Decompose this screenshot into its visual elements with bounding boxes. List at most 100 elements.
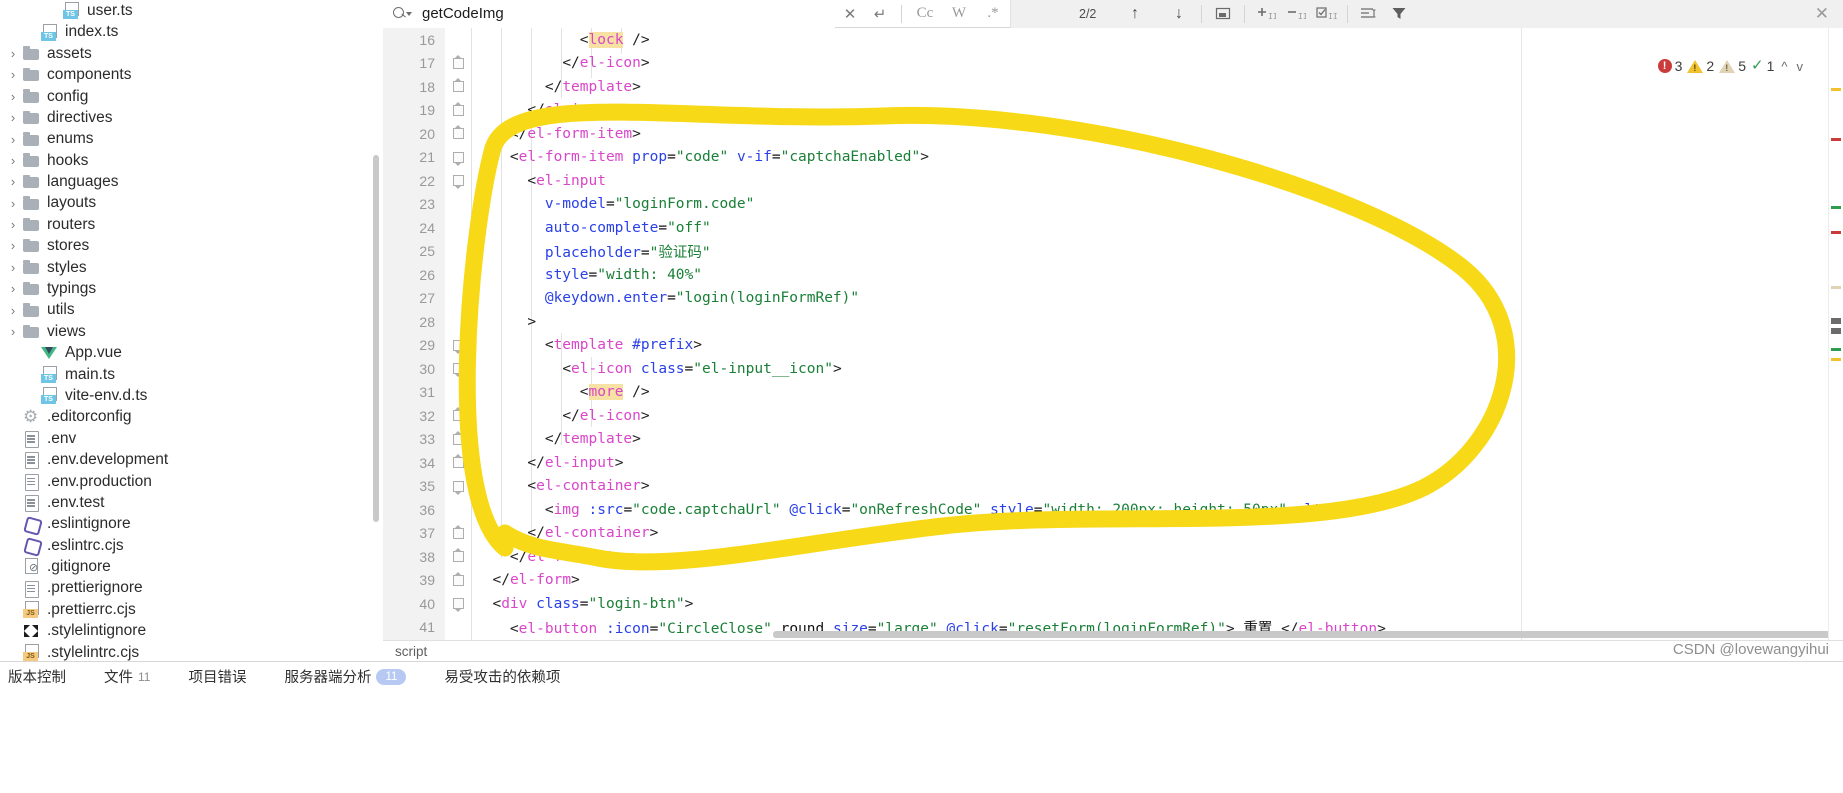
tree-item-hooks[interactable]: › hooks	[0, 150, 383, 171]
fold-down-icon[interactable]	[452, 175, 464, 190]
tree-item-index-ts[interactable]: index.ts	[0, 21, 383, 42]
chevron-right-icon[interactable]: ›	[4, 175, 22, 188]
fold-marker[interactable]	[445, 407, 471, 422]
tree-item-stylelintrc-cjs[interactable]: .stylelintrc.cjs	[0, 642, 383, 663]
fold-up-icon[interactable]	[452, 125, 464, 140]
code-line[interactable]: 20 </el-form-item>	[383, 122, 1843, 146]
marker-info[interactable]	[1831, 318, 1841, 324]
chevron-right-icon[interactable]: ›	[4, 47, 22, 60]
fold-marker[interactable]	[445, 430, 471, 445]
fold-up-icon[interactable]	[452, 407, 464, 422]
indent-icon[interactable]	[1354, 0, 1384, 28]
fold-up-icon[interactable]	[452, 548, 464, 563]
code-line[interactable]: 22 <el-input	[383, 169, 1843, 193]
code-line[interactable]: 19 </el-input>	[383, 99, 1843, 123]
tree-item-eslintrc-cjs[interactable]: .eslintrc.cjs	[0, 535, 383, 556]
code-line[interactable]: 33 </template>	[383, 428, 1843, 452]
error-count-item[interactable]: ! 3	[1657, 58, 1682, 74]
marker-ok[interactable]	[1831, 348, 1841, 351]
code-line[interactable]: 26 style="width: 40%"	[383, 263, 1843, 287]
code-content[interactable]: 16 <lock /> 17 </el-icon> 18 </template> 19…	[383, 28, 1843, 640]
fold-marker[interactable]	[445, 54, 471, 69]
whole-words-button[interactable]: W	[942, 0, 976, 28]
code-line[interactable]: 21 <el-form-item prop="code" v-if="captc…	[383, 146, 1843, 170]
code-line[interactable]: 18 </template>	[383, 75, 1843, 99]
fold-up-icon[interactable]	[452, 78, 464, 93]
fold-up-icon[interactable]	[452, 524, 464, 539]
match-case-button[interactable]: Cc	[908, 0, 942, 28]
toggle-occurrence-icon[interactable]: II	[1311, 0, 1341, 28]
tree-item-stores[interactable]: › stores	[0, 235, 383, 256]
tree-item-config[interactable]: › config	[0, 86, 383, 107]
tree-item-directives[interactable]: › directives	[0, 107, 383, 128]
chevron-right-icon[interactable]: ›	[4, 325, 22, 338]
fold-marker[interactable]	[445, 125, 471, 140]
tree-item-main-ts[interactable]: main.ts	[0, 364, 383, 385]
code-line[interactable]: 17 </el-icon>	[383, 52, 1843, 76]
code-line[interactable]: 25 placeholder="验证码"	[383, 240, 1843, 264]
tree-item-views[interactable]: › views	[0, 321, 383, 342]
fold-down-icon[interactable]	[452, 339, 464, 354]
fold-up-icon[interactable]	[452, 454, 464, 469]
search-input[interactable]: getCodeImg	[422, 5, 504, 22]
editor-horizontal-scrollbar[interactable]	[773, 631, 1843, 638]
tree-item-env-production[interactable]: .env.production	[0, 471, 383, 492]
fold-marker[interactable]	[445, 524, 471, 539]
filter-icon[interactable]	[1384, 0, 1414, 28]
fold-marker[interactable]	[445, 480, 471, 495]
inspection-widget[interactable]: ! 3 2 5 ✓ 1 ^ v	[1657, 58, 1806, 74]
code-line[interactable]: 23 v-model="loginForm.code"	[383, 193, 1843, 217]
marker-warning[interactable]	[1831, 358, 1841, 361]
fold-marker[interactable]	[445, 175, 471, 190]
fold-marker[interactable]	[445, 454, 471, 469]
code-line[interactable]: 24 auto-complete="off"	[383, 216, 1843, 240]
marker-ok[interactable]	[1831, 206, 1841, 209]
code-line[interactable]: 40 <div class="login-btn">	[383, 592, 1843, 616]
fold-down-icon[interactable]	[452, 480, 464, 495]
marker-weak[interactable]	[1831, 286, 1841, 289]
tree-item-stylelintignore[interactable]: .stylelintignore	[0, 620, 383, 641]
fold-marker[interactable]	[445, 339, 471, 354]
newline-icon[interactable]: ↵	[865, 0, 895, 28]
code-line[interactable]: 37 </el-container>	[383, 522, 1843, 546]
tree-item-layouts[interactable]: › layouts	[0, 193, 383, 214]
chevron-up-icon[interactable]: ^	[1779, 59, 1789, 74]
chevron-right-icon[interactable]: ›	[4, 304, 22, 317]
chevron-right-icon[interactable]: ›	[4, 261, 22, 274]
warning-count-item[interactable]: 2	[1687, 58, 1714, 74]
fold-marker[interactable]	[445, 363, 471, 378]
fold-marker[interactable]	[445, 571, 471, 586]
fold-marker[interactable]	[445, 548, 471, 563]
fold-up-icon[interactable]	[452, 101, 464, 116]
chevron-right-icon[interactable]: ›	[4, 197, 22, 210]
fold-up-icon[interactable]	[452, 54, 464, 69]
editor-marker-bar[interactable]	[1828, 28, 1843, 640]
code-line[interactable]: 29 <template #prefix>	[383, 334, 1843, 358]
chevron-down-icon[interactable]: v	[1795, 59, 1806, 74]
ok-count-item[interactable]: ✓ 1	[1751, 58, 1774, 74]
fold-marker[interactable]	[445, 598, 471, 613]
tree-item-routers[interactable]: › routers	[0, 214, 383, 235]
find-controls[interactable]: ✕ ↵ Cc W .*	[835, 0, 1010, 28]
code-line[interactable]: 27 @keydown.enter="login(loginFormRef)"	[383, 287, 1843, 311]
chevron-right-icon[interactable]: ›	[4, 154, 22, 167]
close-icon[interactable]: ✕	[1815, 4, 1829, 24]
code-line[interactable]: 34 </el-input>	[383, 451, 1843, 475]
code-line[interactable]: 36 <img :src="code.captchaUrl" @click="o…	[383, 498, 1843, 522]
select-all-occurrences-icon[interactable]	[1208, 0, 1238, 28]
search-icon[interactable]	[393, 6, 412, 22]
code-line[interactable]: 31 <more />	[383, 381, 1843, 405]
clear-icon[interactable]: ✕	[835, 0, 865, 28]
fold-down-icon[interactable]	[452, 598, 464, 613]
tree-item-app-vue[interactable]: App.vue	[0, 342, 383, 363]
tree-item-enums[interactable]: › enums	[0, 128, 383, 149]
bottom-toolbar-item[interactable]: 服务器端分析 11	[284, 666, 407, 687]
code-line[interactable]: 30 <el-icon class="el-input__icon">	[383, 357, 1843, 381]
tree-item-vite-env-d-ts[interactable]: vite-env.d.ts	[0, 385, 383, 406]
chevron-right-icon[interactable]: ›	[4, 239, 22, 252]
find-next-icon[interactable]: ↓	[1163, 0, 1195, 28]
marker-info[interactable]	[1831, 328, 1841, 334]
code-editor[interactable]: 16 <lock /> 17 </el-icon> 18 </template> 19…	[383, 28, 1843, 640]
fold-down-icon[interactable]	[452, 363, 464, 378]
tree-item-prettierrc-cjs[interactable]: .prettierrc.cjs	[0, 599, 383, 620]
